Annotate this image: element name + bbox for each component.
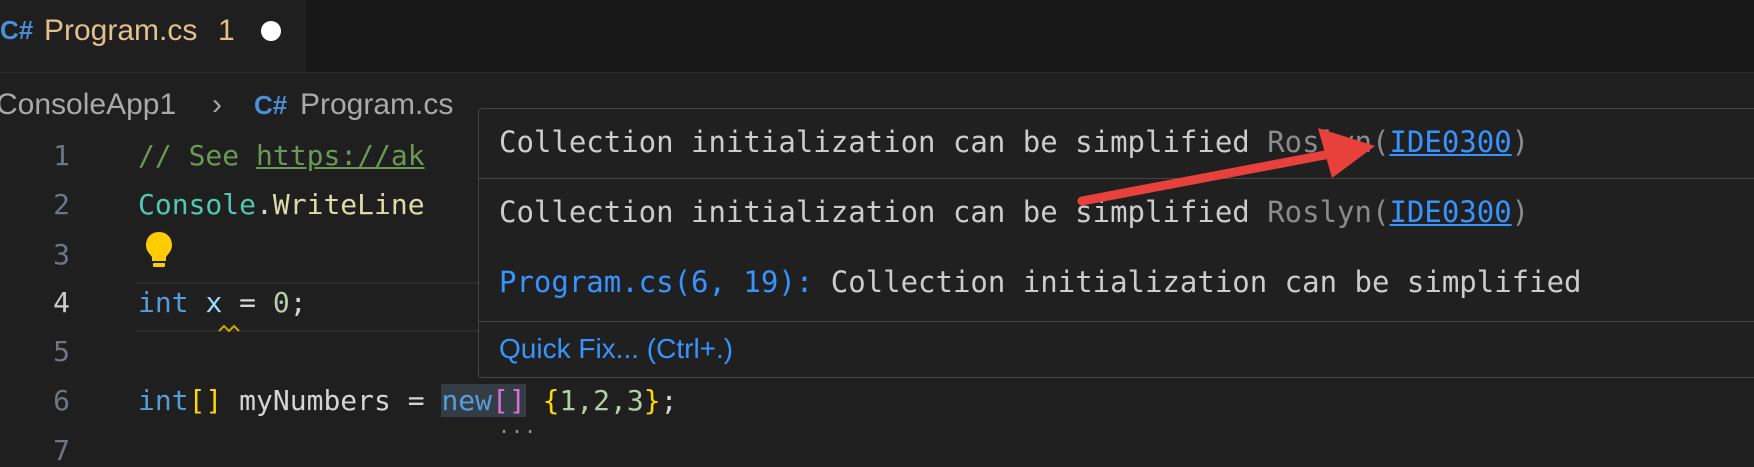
chevron-right-icon: › <box>212 88 222 121</box>
code-line-4[interactable]: int x = 0; <box>138 286 307 319</box>
code-type: Console <box>138 188 257 221</box>
code-line-1[interactable]: // See https://ak <box>138 139 425 172</box>
line-number: 1 <box>53 139 70 172</box>
diagnostic-source-close: ) <box>1511 125 1530 159</box>
hover-location-row: Program.cs(6, 19): Collection initializa… <box>499 265 1582 299</box>
hover-divider <box>479 321 1754 322</box>
diagnostic-location-link[interactable]: Program.cs(6, 19): <box>499 265 813 299</box>
diagnostic-code-link[interactable]: IDE0300 <box>1389 195 1511 229</box>
csharp-file-icon: C# <box>0 15 34 45</box>
breadcrumb-folder[interactable]: ConsoleApp1 <box>0 88 176 122</box>
diagnostic-source-close: ) <box>1511 195 1530 229</box>
diagnostic-source: Roslyn( <box>1267 125 1390 159</box>
line-number: 2 <box>53 188 70 221</box>
code-line-2[interactable]: Console.WriteLine <box>138 188 425 221</box>
csharp-file-icon: C# <box>254 90 288 120</box>
lightbulb-icon[interactable] <box>144 230 174 270</box>
line-number: 6 <box>53 384 70 417</box>
diagnostic-source: Roslyn( <box>1267 195 1390 229</box>
code-line-6[interactable]: int[] myNumbers = new[] {1,2,3}; <box>138 384 677 417</box>
diagnostic-hover-popup: Collection initialization can be simplif… <box>478 108 1754 378</box>
warning-squiggle-icon <box>218 324 240 332</box>
code-semicolon: ; <box>289 286 307 319</box>
comment-link[interactable]: https://ak <box>256 139 425 172</box>
suggestion-dots-icon[interactable]: ... <box>498 414 537 438</box>
breadcrumb-file[interactable]: Program.cs <box>300 88 453 122</box>
line-number: 3 <box>53 238 70 271</box>
code-brackets: [] <box>492 384 526 417</box>
code-brackets: [] <box>188 384 223 417</box>
code-semicolon: ; <box>660 384 678 417</box>
quick-fix-link[interactable]: Quick Fix... (Ctrl+.) <box>499 333 733 365</box>
editor-tab-bar: C# Program.cs 1 <box>0 0 1754 73</box>
code-new-highlight[interactable]: new[] <box>441 384 526 417</box>
code-brace-close: } <box>643 384 661 417</box>
line-number: 5 <box>53 335 70 368</box>
code-numbers: 1,2,3 <box>559 384 644 417</box>
code-brace-open: { <box>542 384 560 417</box>
hover-message-row: Collection initialization can be simplif… <box>499 125 1529 159</box>
unsaved-dot-icon[interactable] <box>261 21 281 41</box>
code-method: WriteLine <box>272 188 425 221</box>
diagnostic-message: Collection initialization can be simplif… <box>499 125 1268 159</box>
diagnostic-location-message: Collection initialization can be simplif… <box>813 265 1582 299</box>
hover-divider <box>479 178 1754 179</box>
code-keyword: new <box>441 384 493 417</box>
line-number: 7 <box>53 434 70 467</box>
tab-program-cs[interactable]: C# Program.cs 1 <box>0 0 306 72</box>
code-identifier: myNumbers = <box>222 384 442 417</box>
tab-title: Program.cs <box>44 14 198 47</box>
code-dot: . <box>256 188 273 221</box>
code-operator: = <box>222 286 273 319</box>
code-variable: x <box>205 286 223 319</box>
code-keyword: int <box>138 286 189 319</box>
hover-message-row: Collection initialization can be simplif… <box>499 195 1529 229</box>
code-keyword: int <box>138 384 189 417</box>
code-number: 0 <box>272 286 290 319</box>
diagnostic-code-link[interactable]: IDE0300 <box>1389 125 1511 159</box>
tab-problem-count: 1 <box>218 14 235 47</box>
code-comment: // See <box>138 139 257 172</box>
diagnostic-message: Collection initialization can be simplif… <box>499 195 1268 229</box>
line-number: 4 <box>53 286 70 319</box>
